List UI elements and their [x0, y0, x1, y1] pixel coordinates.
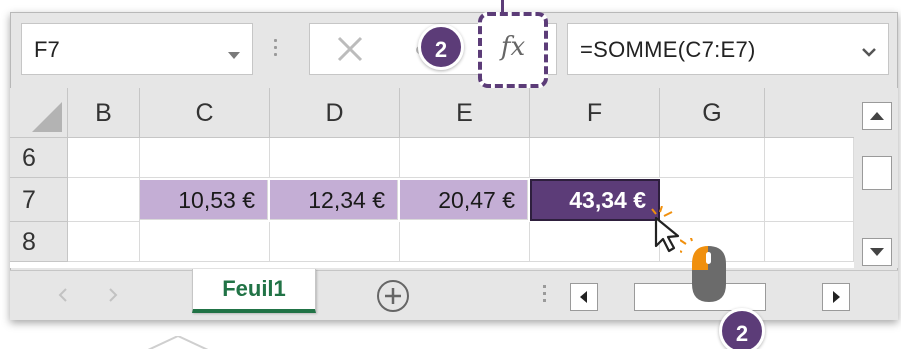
cell-f7-selected[interactable]: 43,34 € — [530, 179, 660, 221]
row-header-8[interactable]: 8 — [10, 222, 68, 262]
scroll-up-icon[interactable] — [862, 102, 892, 130]
cell-c7[interactable]: 10,53 € — [140, 180, 268, 220]
cell-d7[interactable]: 12,34 € — [270, 180, 398, 220]
cell-d6[interactable] — [270, 138, 400, 178]
cell-f8[interactable] — [530, 222, 660, 262]
row-header-6[interactable]: 6 — [10, 138, 68, 178]
step-badge: 2 — [418, 24, 464, 70]
chevron-down-icon[interactable] — [228, 46, 240, 64]
row-header-7[interactable]: 7 — [10, 178, 68, 222]
tab-splitter[interactable] — [543, 285, 546, 306]
callout-pointer — [147, 334, 209, 349]
cell-e7[interactable]: 20,47 € — [400, 180, 528, 220]
select-all-button[interactable] — [10, 88, 68, 138]
vertical-scroll-thumb[interactable] — [862, 156, 892, 190]
column-header-d[interactable]: D — [270, 88, 400, 138]
scroll-right-icon[interactable] — [822, 283, 850, 311]
chevron-right-icon[interactable] — [108, 287, 118, 308]
cancel-x-icon[interactable] — [334, 33, 366, 70]
formula-bar-splitter[interactable] — [274, 39, 277, 60]
cell-e8[interactable] — [400, 222, 530, 262]
scroll-down-icon[interactable] — [862, 238, 892, 266]
name-box[interactable]: F7 — [21, 23, 253, 75]
plus-circle-icon[interactable] — [376, 279, 410, 318]
cell-b7[interactable] — [68, 178, 140, 222]
cell-c8[interactable] — [140, 222, 270, 262]
column-header-c[interactable]: C — [140, 88, 270, 138]
cell-h6[interactable] — [765, 138, 854, 178]
column-header-g[interactable]: G — [660, 88, 765, 138]
formula-input[interactable]: =SOMME(C7:E7) — [567, 23, 889, 75]
name-box-value: F7 — [34, 37, 60, 62]
cell-c6[interactable] — [140, 138, 270, 178]
cell-h8[interactable] — [765, 222, 854, 262]
mouse-icon — [675, 234, 736, 311]
column-header-h[interactable]: H — [765, 88, 854, 138]
chevron-down-icon[interactable] — [862, 44, 876, 62]
column-header-e[interactable]: E — [400, 88, 530, 138]
sheet-tab-bar: Feuil1 — [10, 269, 898, 320]
select-all-icon — [32, 102, 62, 132]
vertical-scrollbar[interactable] — [854, 88, 898, 268]
chevron-left-icon[interactable] — [58, 287, 68, 308]
cell-e6[interactable] — [400, 138, 530, 178]
step-badge: 2 — [719, 308, 765, 349]
cell-f6[interactable] — [530, 138, 660, 178]
cell-d8[interactable] — [270, 222, 400, 262]
column-header-b[interactable]: B — [68, 88, 140, 138]
scroll-left-icon[interactable] — [570, 283, 598, 311]
callout-line — [501, 0, 504, 14]
insert-function-button[interactable]: fx — [478, 12, 548, 88]
cell-g6[interactable] — [660, 138, 765, 178]
cell-h7[interactable] — [765, 178, 854, 222]
sheet-tab-feuil1[interactable]: Feuil1 — [192, 269, 316, 313]
fx-icon: fx — [500, 32, 526, 62]
cell-b8[interactable] — [68, 222, 140, 262]
column-header-f[interactable]: F — [530, 88, 660, 138]
cell-b6[interactable] — [68, 138, 140, 178]
formula-text: =SOMME(C7:E7) — [580, 37, 756, 62]
